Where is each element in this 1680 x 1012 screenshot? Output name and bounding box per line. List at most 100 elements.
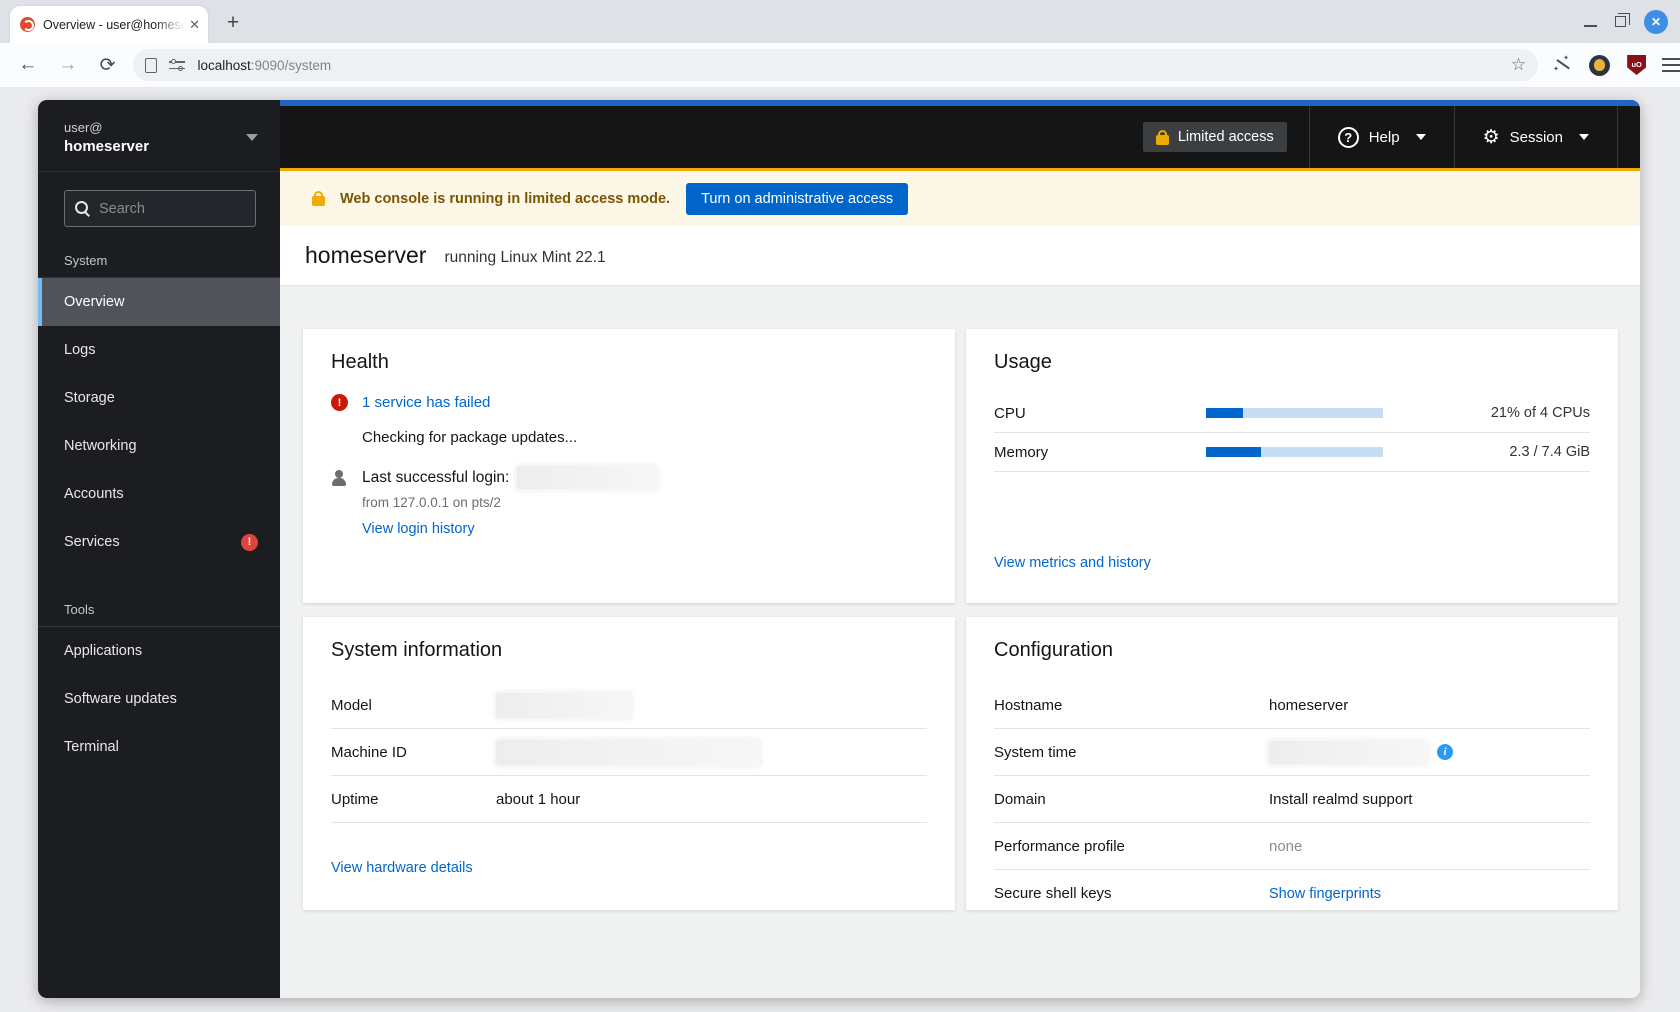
cpu-label: CPU bbox=[994, 405, 1206, 422]
sidebar-item-networking[interactable]: Networking bbox=[38, 422, 280, 470]
session-menu[interactable]: ⚙ Session bbox=[1455, 106, 1617, 168]
redacted-system-time-value bbox=[1269, 741, 1427, 764]
chevron-down-icon bbox=[1416, 134, 1426, 140]
configuration-card: Configuration Hostname homeserver System… bbox=[966, 617, 1618, 910]
system-information-title: System information bbox=[331, 639, 927, 662]
sidebar-search[interactable] bbox=[64, 190, 256, 227]
sidebar-item-terminal[interactable]: Terminal bbox=[38, 723, 280, 771]
secure-shell-keys-row: Secure shell keys Show fingerprints bbox=[994, 870, 1590, 917]
extension-wand-icon[interactable]: ✦✦ bbox=[1554, 56, 1572, 74]
limited-access-button[interactable]: Limited access bbox=[1143, 122, 1287, 152]
performance-profile-label: Performance profile bbox=[994, 838, 1269, 855]
url-text[interactable]: localhost:9090/system bbox=[197, 58, 331, 73]
redacted-machine-id-value bbox=[496, 740, 760, 765]
view-metrics-link[interactable]: View metrics and history bbox=[994, 555, 1590, 571]
system-time-label: System time bbox=[994, 744, 1269, 761]
nav-section-system: System bbox=[38, 235, 280, 277]
chevron-down-icon bbox=[246, 134, 258, 141]
search-input[interactable] bbox=[99, 201, 249, 217]
overview-content: Health ! 1 service has failed Checking f… bbox=[280, 286, 1640, 998]
error-icon: ! bbox=[331, 394, 348, 411]
sidebar: user@ homeserver System Overview Logs St… bbox=[38, 100, 280, 998]
gear-icon: ⚙ bbox=[1483, 128, 1500, 147]
extension-monkey-icon[interactable] bbox=[1589, 55, 1610, 76]
cockpit-app: user@ homeserver System Overview Logs St… bbox=[38, 100, 1640, 998]
uptime-row: Uptime about 1 hour bbox=[331, 776, 927, 823]
service-failed-link[interactable]: 1 service has failed bbox=[362, 394, 490, 411]
help-menu[interactable]: ? Help bbox=[1310, 106, 1454, 168]
browser-toolbar: ← → ⟳ localhost:9090/system ☆ ✦✦ uO bbox=[0, 43, 1680, 87]
last-login-label: Last successful login: bbox=[362, 469, 509, 487]
sidebar-item-overview[interactable]: Overview bbox=[38, 278, 280, 326]
memory-progress-bar bbox=[1206, 447, 1383, 457]
sidebar-item-applications[interactable]: Applications bbox=[38, 627, 280, 675]
browser-tab[interactable]: Overview - user@homeserv ✕ bbox=[10, 6, 208, 43]
view-login-history-link[interactable]: View login history bbox=[362, 521, 927, 537]
view-hardware-details-link[interactable]: View hardware details bbox=[331, 860, 927, 876]
limited-access-banner: Web console is running in limited access… bbox=[280, 168, 1640, 226]
bookmark-star-icon[interactable]: ☆ bbox=[1511, 55, 1526, 75]
secure-shell-keys-label: Secure shell keys bbox=[994, 885, 1269, 902]
info-icon[interactable]: i bbox=[1437, 744, 1453, 760]
nav-section-tools: Tools bbox=[38, 584, 280, 626]
user-silhouette-icon bbox=[331, 470, 347, 486]
cpu-usage-row: CPU 21% of 4 CPUs bbox=[994, 394, 1590, 433]
performance-profile-row: Performance profile none bbox=[994, 823, 1590, 870]
forward-button[interactable]: → bbox=[56, 54, 80, 76]
search-icon bbox=[75, 201, 90, 216]
window-minimize-button[interactable] bbox=[1584, 25, 1597, 27]
domain-value: Install realmd support bbox=[1269, 791, 1412, 808]
browser-tab-bar: Overview - user@homeserv ✕ + ✕ bbox=[0, 0, 1680, 43]
page-header: homeserver running Linux Mint 22.1 bbox=[280, 226, 1640, 286]
show-fingerprints-link[interactable]: Show fingerprints bbox=[1269, 886, 1381, 902]
machine-id-label: Machine ID bbox=[331, 744, 496, 761]
login-detail: from 127.0.0.1 on pts/2 bbox=[362, 495, 927, 510]
user-prefix: user@ bbox=[64, 120, 246, 135]
ublock-shield-icon[interactable]: uO bbox=[1627, 55, 1646, 75]
sidebar-item-storage[interactable]: Storage bbox=[38, 374, 280, 422]
address-bar[interactable]: localhost:9090/system ☆ bbox=[133, 49, 1538, 81]
site-settings-icon[interactable] bbox=[169, 59, 185, 71]
cpu-progress-bar bbox=[1206, 408, 1383, 418]
page-info-icon[interactable] bbox=[145, 58, 157, 73]
uptime-value: about 1 hour bbox=[496, 791, 580, 808]
hostname-label: Hostname bbox=[994, 697, 1269, 714]
help-icon: ? bbox=[1338, 127, 1359, 148]
memory-label: Memory bbox=[994, 444, 1206, 461]
window-close-button[interactable]: ✕ bbox=[1644, 10, 1668, 34]
health-card: Health ! 1 service has failed Checking f… bbox=[303, 329, 955, 603]
lock-icon bbox=[312, 196, 325, 206]
os-subtitle: running Linux Mint 22.1 bbox=[444, 245, 605, 267]
system-time-row: System time i bbox=[994, 729, 1590, 776]
model-label: Model bbox=[331, 697, 496, 714]
sidebar-item-software-updates[interactable]: Software updates bbox=[38, 675, 280, 723]
services-alert-badge: ! bbox=[241, 534, 258, 551]
sidebar-item-services[interactable]: Services ! bbox=[38, 518, 280, 566]
domain-row: Domain Install realmd support bbox=[994, 776, 1590, 823]
redacted-model-value bbox=[496, 693, 631, 718]
chevron-down-icon bbox=[1579, 134, 1589, 140]
user-menu[interactable]: user@ homeserver bbox=[38, 100, 280, 172]
screen: Overview - user@homeserv ✕ + ✕ ← → ⟳ loc… bbox=[0, 0, 1680, 1012]
cpu-value: 21% of 4 CPUs bbox=[1491, 405, 1590, 421]
system-information-card: System information Model Machine ID Upti… bbox=[303, 617, 955, 910]
redacted-login-time bbox=[517, 466, 657, 489]
performance-profile-value: none bbox=[1269, 838, 1302, 855]
hostname-value: homeserver bbox=[1269, 697, 1348, 714]
tab-close-icon[interactable]: ✕ bbox=[189, 17, 200, 33]
usage-title: Usage bbox=[994, 351, 1590, 374]
back-button[interactable]: ← bbox=[16, 54, 40, 76]
uptime-label: Uptime bbox=[331, 791, 496, 808]
page-title: homeserver bbox=[305, 242, 426, 269]
window-maximize-button[interactable] bbox=[1615, 16, 1626, 27]
masthead: Limited access ? Help ⚙ Session bbox=[280, 100, 1640, 168]
new-tab-button[interactable]: + bbox=[220, 10, 246, 36]
memory-usage-row: Memory 2.3 / 7.4 GiB bbox=[994, 433, 1590, 472]
lock-icon bbox=[1156, 135, 1169, 145]
turn-on-admin-access-button[interactable]: Turn on administrative access bbox=[686, 183, 908, 215]
sidebar-item-logs[interactable]: Logs bbox=[38, 326, 280, 374]
reload-button[interactable]: ⟳ bbox=[96, 54, 120, 77]
memory-value: 2.3 / 7.4 GiB bbox=[1509, 444, 1590, 460]
browser-menu-icon[interactable] bbox=[1662, 58, 1680, 72]
sidebar-item-accounts[interactable]: Accounts bbox=[38, 470, 280, 518]
